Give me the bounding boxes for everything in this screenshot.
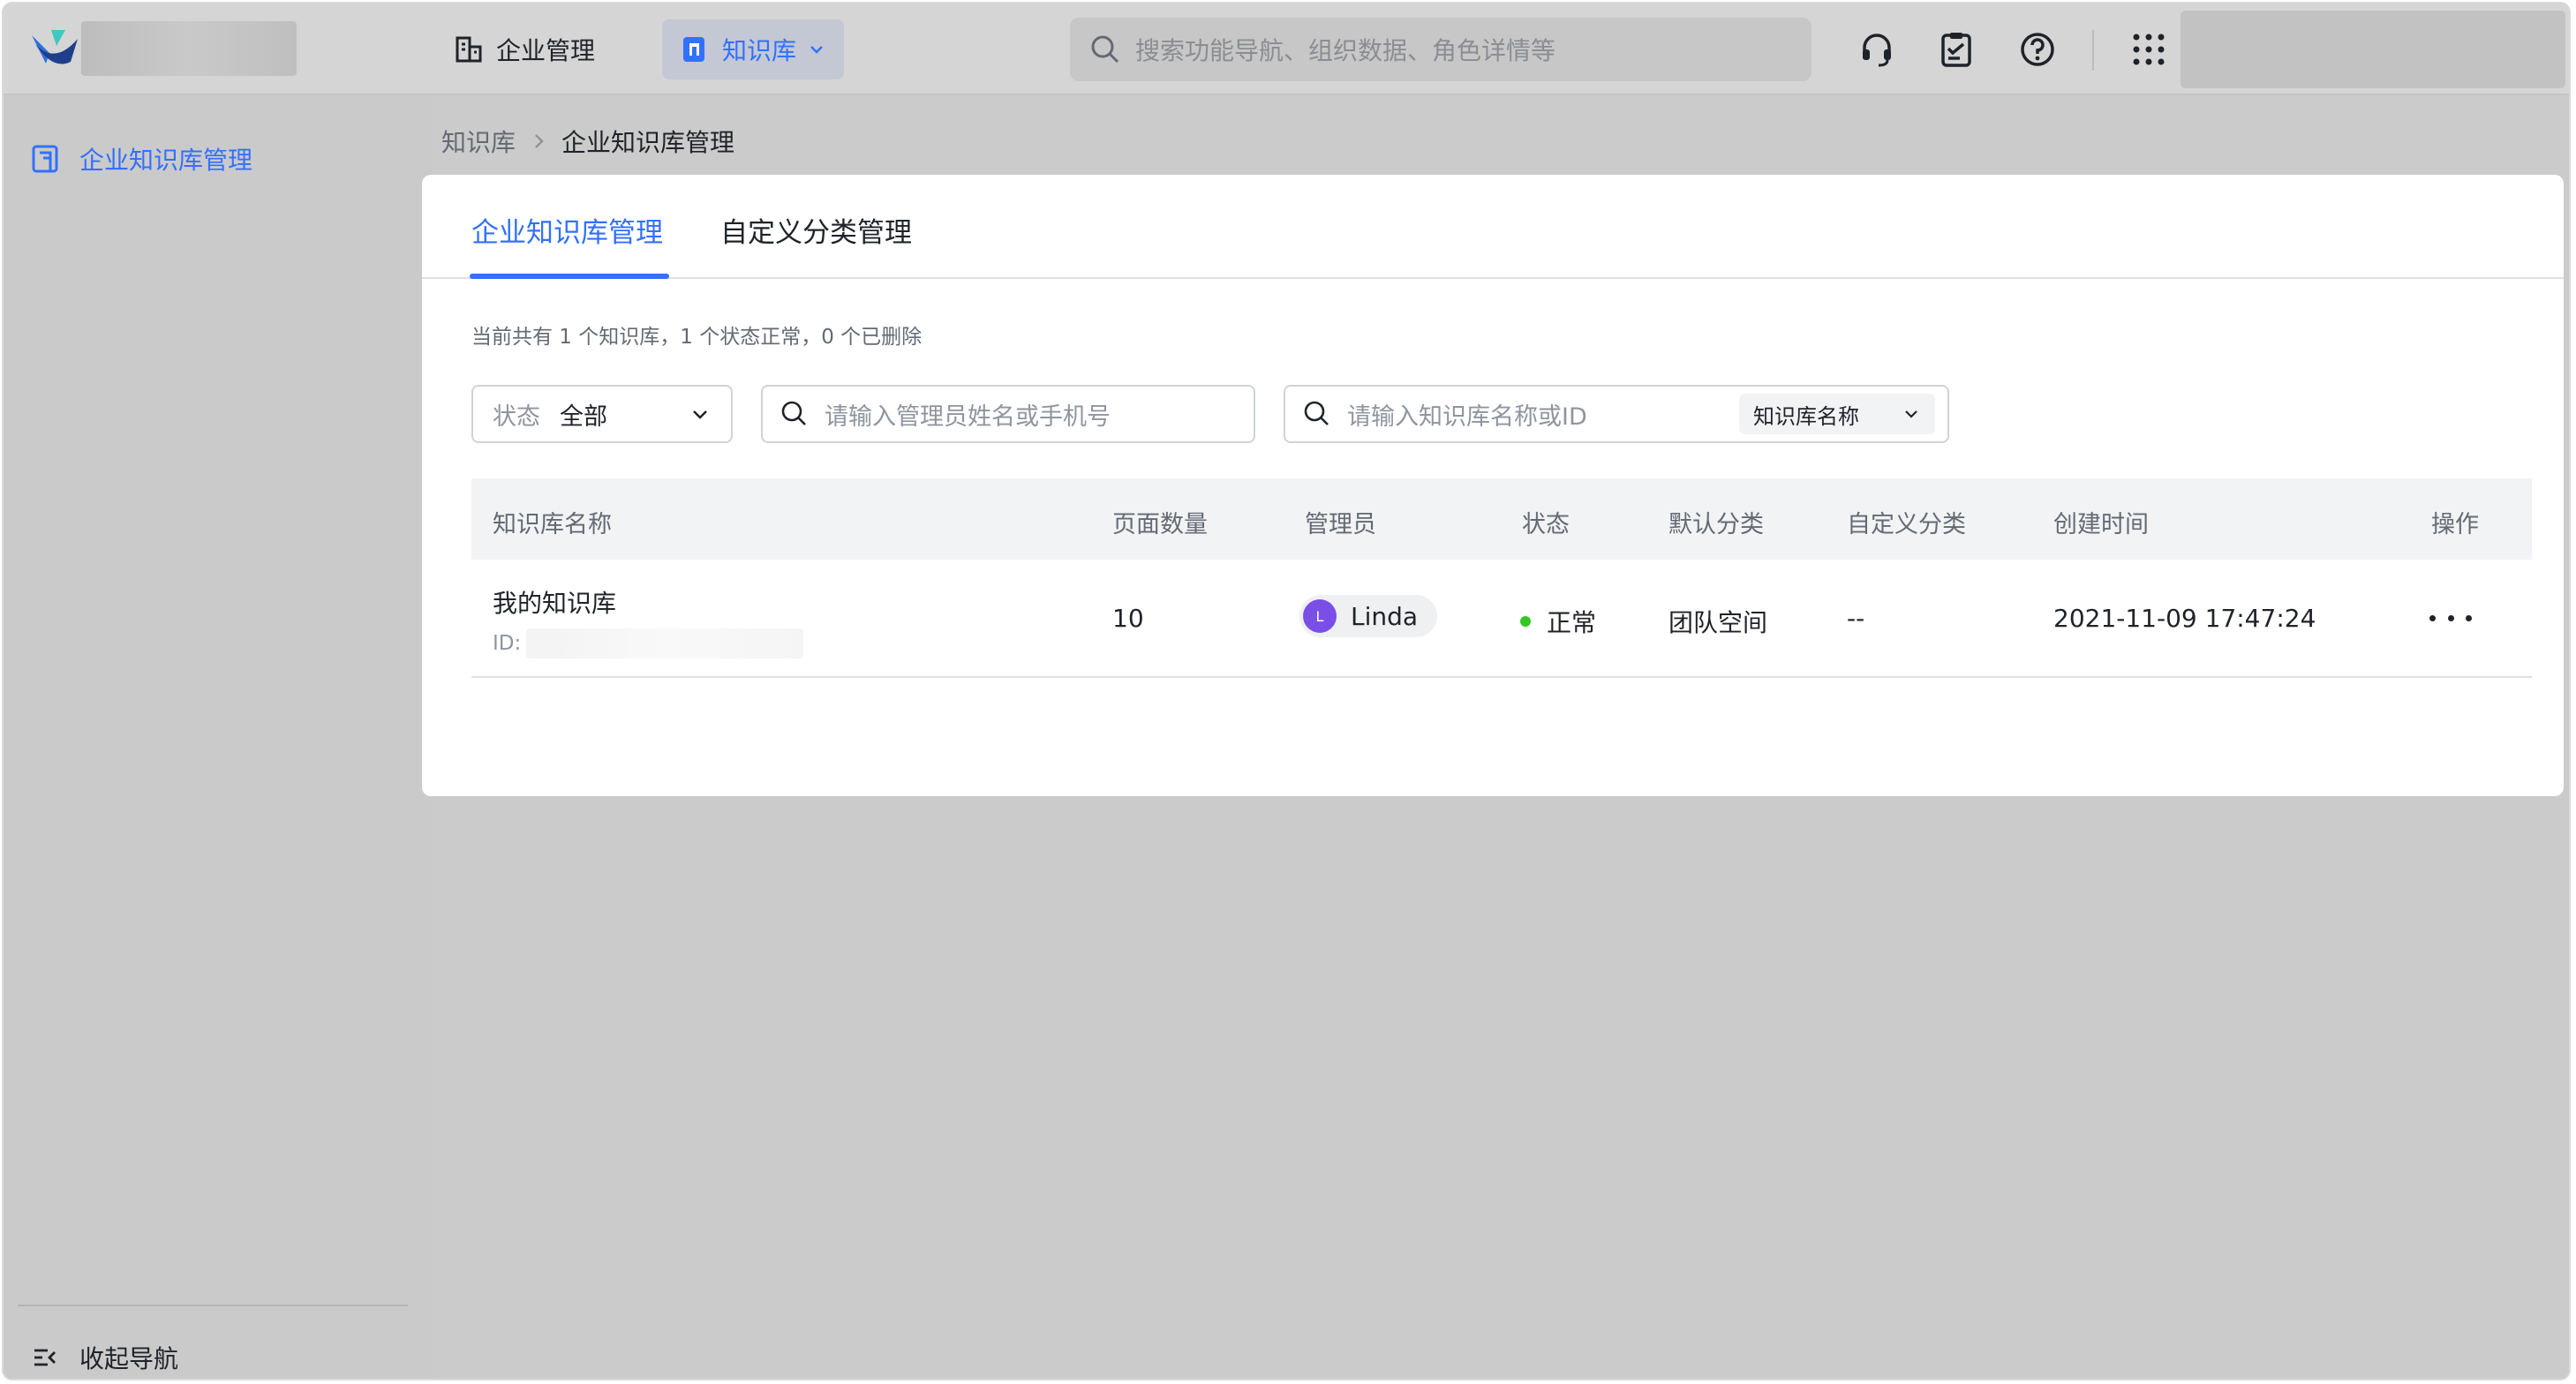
admin-search-placeholder: 请输入管理员姓名或手机号	[825, 402, 1111, 431]
kb-page-count: 10	[1112, 604, 1144, 633]
kb-name[interactable]: 我的知识库	[493, 584, 616, 620]
headset-icon[interactable]	[1857, 30, 1896, 69]
created-time: 2021-11-09 17:47:24	[2053, 604, 2316, 633]
table-header: 知识库名称 页面数量 管理员 状态 默认分类 自定义分类 创建时间 操作	[471, 478, 2532, 560]
col-header-created: 创建时间	[2053, 511, 2149, 538]
tab-enterprise-kb[interactable]: 企业知识库管理	[471, 210, 663, 250]
top-bar: 企业管理 知识库 搜索功能导航、组织数据、角色详情等	[4, 4, 2569, 95]
nav-knowledge-base[interactable]: 知识库	[662, 19, 845, 79]
active-tab-indicator	[470, 274, 669, 279]
status-filter-select[interactable]: 状态 全部	[471, 385, 733, 443]
knowledge-base-outline-icon	[32, 145, 58, 173]
kb-id: ID:	[493, 628, 804, 658]
breadcrumb-current: 企业知识库管理	[561, 128, 735, 157]
kb-search-placeholder: 请输入知识库名称或ID	[1347, 402, 1587, 431]
nav-knowledge-label: 知识库	[722, 36, 797, 65]
building-icon	[456, 36, 482, 63]
search-icon	[1304, 401, 1329, 425]
chevron-down-icon	[1905, 410, 1917, 418]
chevron-down-icon	[810, 46, 823, 54]
apps-grid-icon[interactable]	[2129, 30, 2168, 69]
custom-category: --	[1847, 604, 1865, 633]
search-icon	[1091, 35, 1119, 64]
search-icon	[781, 401, 806, 425]
col-header-actions: 操作	[2431, 511, 2479, 538]
col-header-default-category: 默认分类	[1668, 511, 1764, 538]
col-header-admin: 管理员	[1305, 511, 1376, 538]
app-window: 企业管理 知识库 搜索功能导航、组织数据、角色详情等 企业知识库管理 收起导航 …	[2, 2, 2571, 1380]
kb-search-type-value: 知识库名称	[1753, 403, 1859, 429]
nav-enterprise-management[interactable]: 企业管理	[436, 19, 613, 79]
sidebar-divider	[18, 1305, 408, 1306]
admin-search-input[interactable]: 请输入管理员姓名或手机号	[761, 385, 1255, 443]
kb-search-type-select[interactable]: 知识库名称	[1739, 394, 1935, 434]
kb-id-label: ID:	[493, 632, 522, 655]
status-badge: 正常	[1520, 604, 1596, 639]
avatar: L	[1303, 599, 1337, 633]
global-search-input[interactable]: 搜索功能导航、组织数据、角色详情等	[1070, 18, 1811, 81]
admin-chip[interactable]: L Linda	[1299, 595, 1438, 637]
kb-table: 知识库名称 页面数量 管理员 状态 默认分类 自定义分类 创建时间 操作 我的知…	[471, 478, 2532, 678]
chevron-down-icon	[693, 410, 707, 419]
kb-id-redacted	[526, 628, 804, 658]
main-card: 企业知识库管理 自定义分类管理 当前共有 1 个知识库，1 个状态正常，0 个已…	[422, 175, 2564, 796]
more-actions-icon[interactable]	[2429, 600, 2472, 636]
sidebar-item-enterprise-kb[interactable]: 企业知识库管理	[30, 141, 252, 177]
breadcrumb: 知识库 企业知识库管理	[441, 124, 734, 159]
sidebar: 企业知识库管理 收起导航	[4, 95, 433, 1379]
app-logo-icon[interactable]	[30, 26, 79, 67]
table-row[interactable]: 我的知识库 ID: 10 L Linda 正常 团队空间 -- 2021-11-…	[471, 560, 2532, 678]
col-header-name: 知识库名称	[493, 511, 612, 538]
sidebar-item-label: 企业知识库管理	[79, 146, 253, 175]
status-filter-label: 状态	[493, 402, 540, 431]
help-icon[interactable]	[2018, 30, 2057, 69]
global-search-placeholder: 搜索功能导航、组织数据、角色详情等	[1135, 36, 1556, 65]
status-text: 正常	[1547, 608, 1597, 637]
status-dot-icon	[1520, 616, 1531, 627]
toolbar-divider	[2092, 30, 2094, 71]
summary-text: 当前共有 1 个知识库，1 个状态正常，0 个已删除	[471, 326, 923, 349]
col-header-pages: 页面数量	[1112, 511, 1208, 538]
kb-search-input[interactable]: 请输入知识库名称或ID 知识库名称	[1284, 385, 1949, 443]
default-category: 团队空间	[1668, 608, 1768, 637]
collapse-icon	[34, 1349, 56, 1366]
status-filter-value: 全部	[560, 402, 607, 431]
app-name-redacted	[81, 21, 297, 76]
knowledge-base-icon	[683, 37, 704, 62]
collapse-nav-button[interactable]: 收起导航	[32, 1340, 178, 1375]
tab-bar: 企业知识库管理 自定义分类管理	[422, 175, 2564, 279]
admin-name: Linda	[1351, 601, 1419, 631]
breadcrumb-root[interactable]: 知识库	[441, 124, 516, 159]
clipboard-icon[interactable]	[1937, 30, 1976, 69]
tab-custom-category[interactable]: 自定义分类管理	[720, 210, 912, 250]
user-profile-redacted[interactable]	[2181, 11, 2565, 88]
collapse-nav-label: 收起导航	[79, 1344, 179, 1373]
col-header-custom-category: 自定义分类	[1847, 511, 1966, 538]
col-header-status: 状态	[1522, 511, 1570, 538]
nav-enterprise-label: 企业管理	[496, 36, 596, 65]
chevron-right-icon	[535, 134, 544, 148]
